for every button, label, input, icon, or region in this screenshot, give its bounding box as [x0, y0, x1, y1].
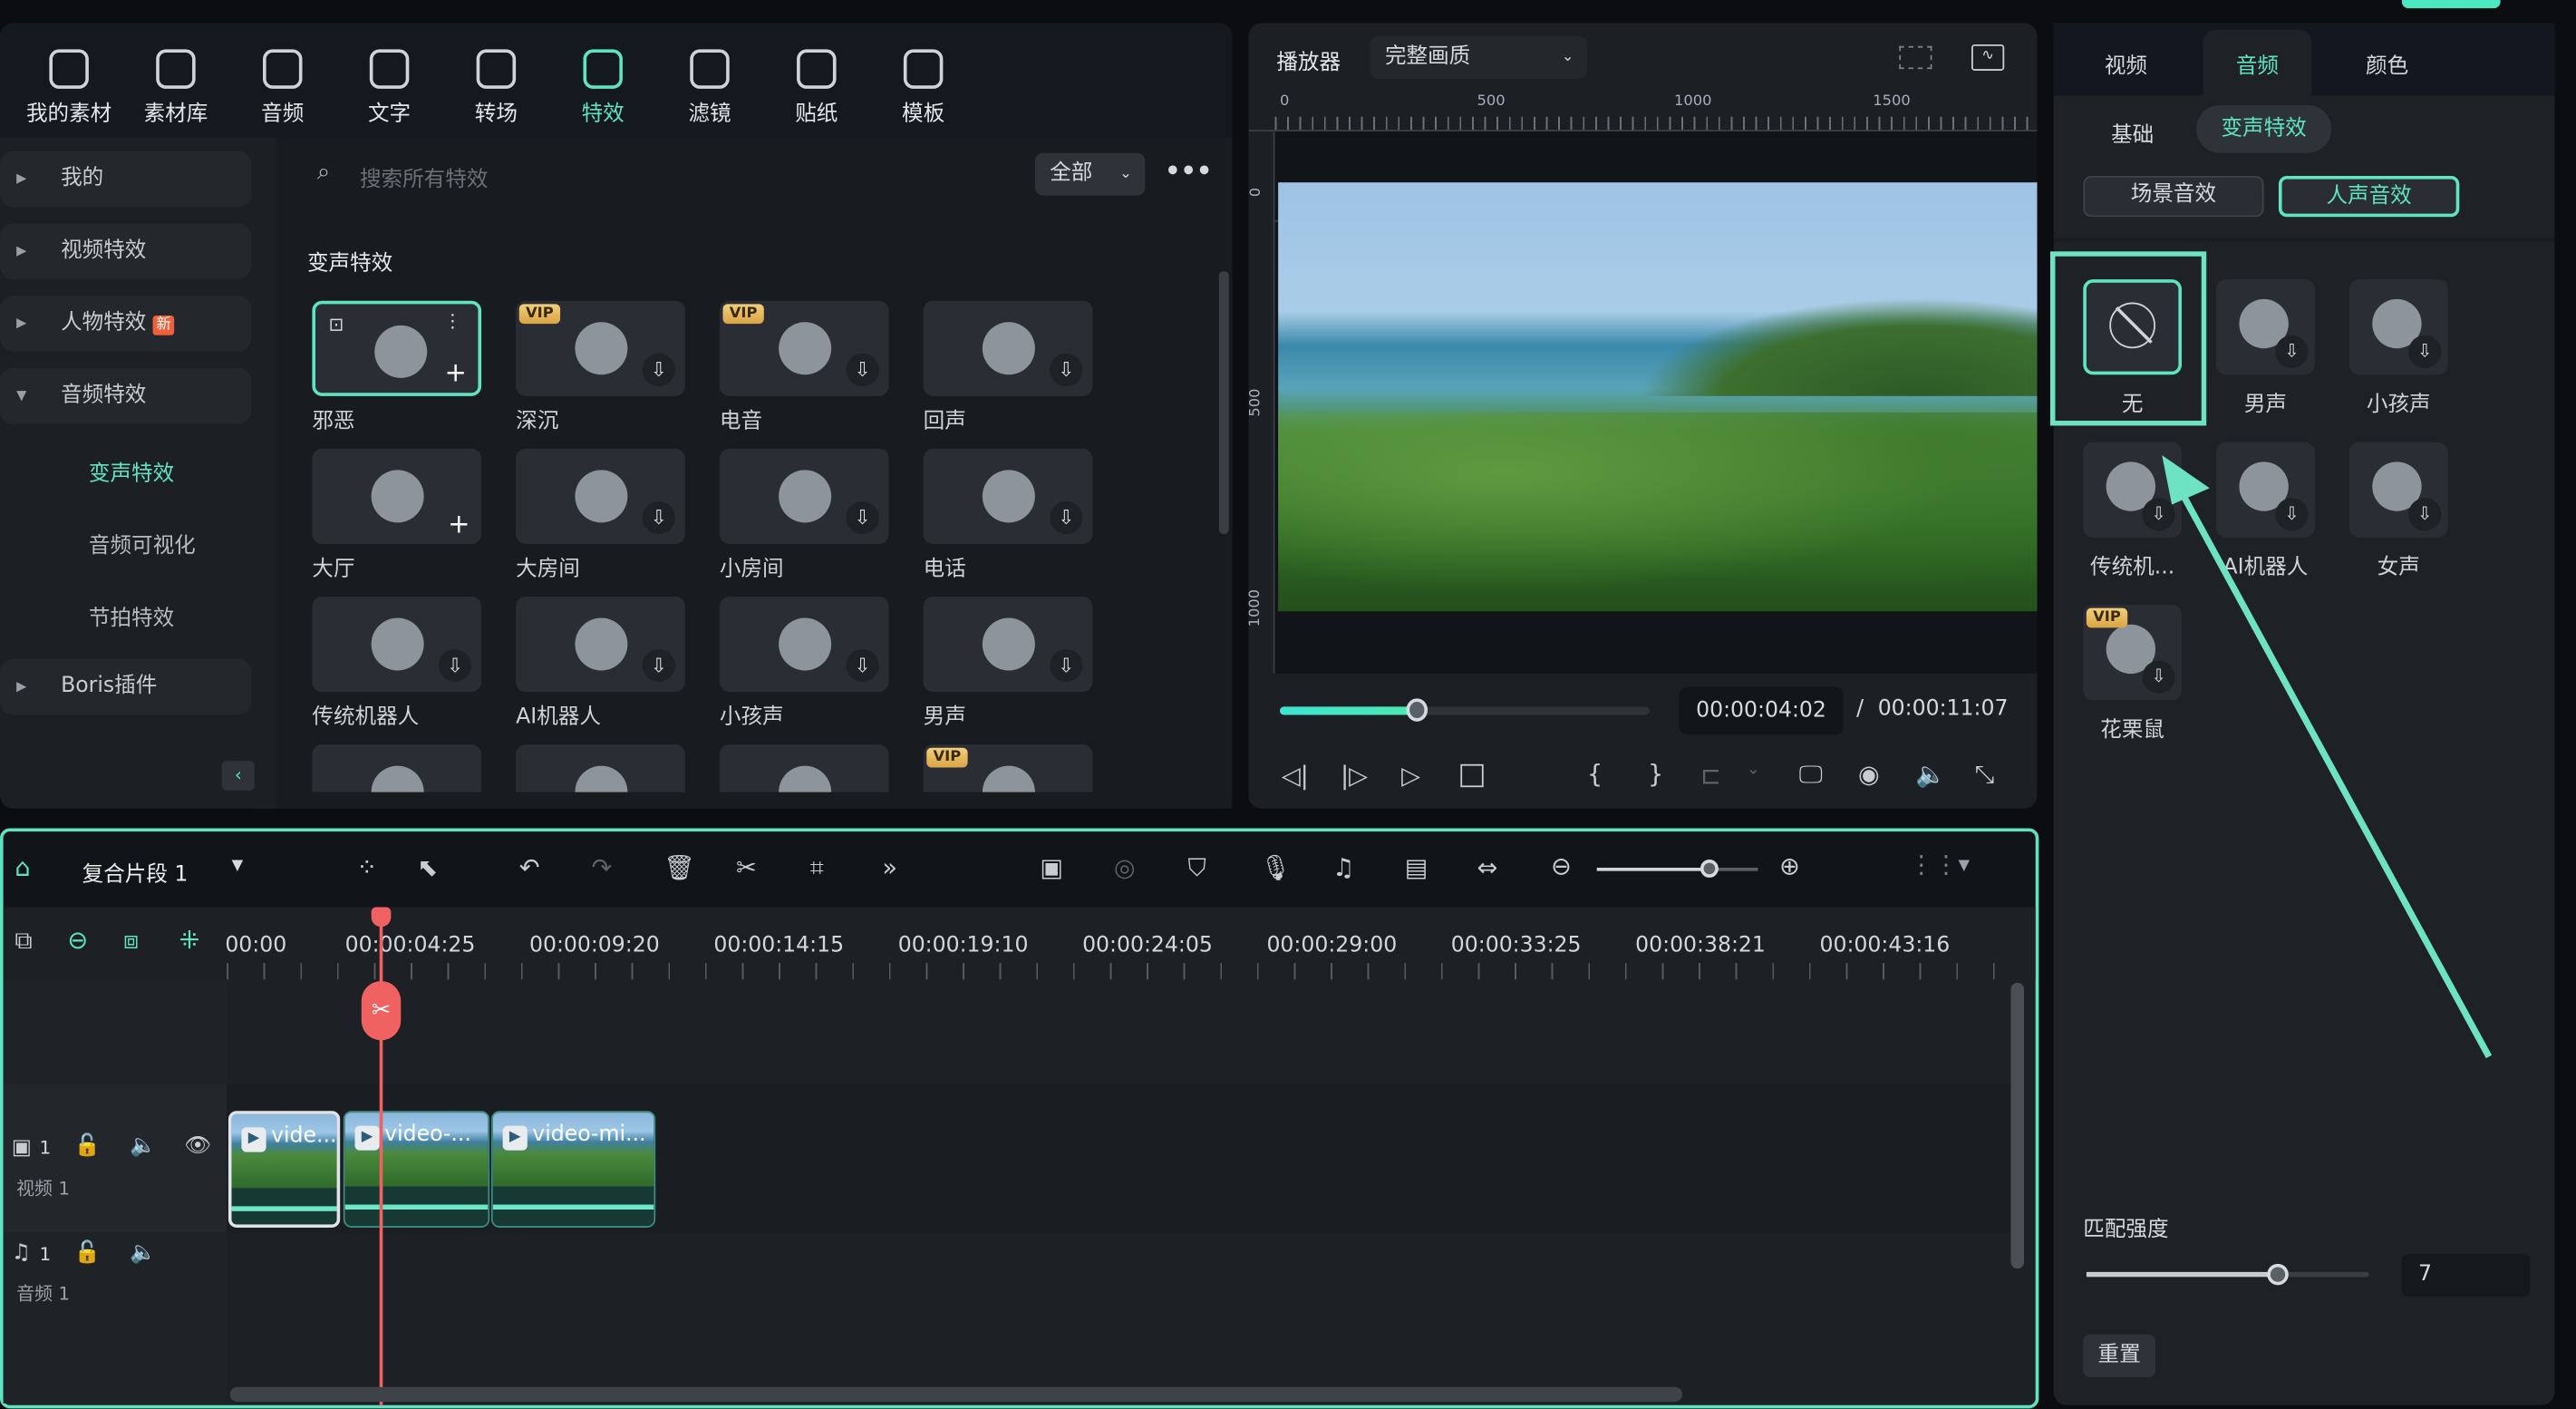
editor-window: 我的素材 素材库 音频 文字 转场 特效 滤镜 贴纸 模板 ▶ 我的 ▶ 视频特效 ▶ 人物特效 新 … [0, 0, 2576, 1409]
annotation-arrow [2162, 455, 2493, 1059]
arrow-shaft [2175, 484, 2493, 1059]
arrow-head [2162, 455, 2210, 505]
